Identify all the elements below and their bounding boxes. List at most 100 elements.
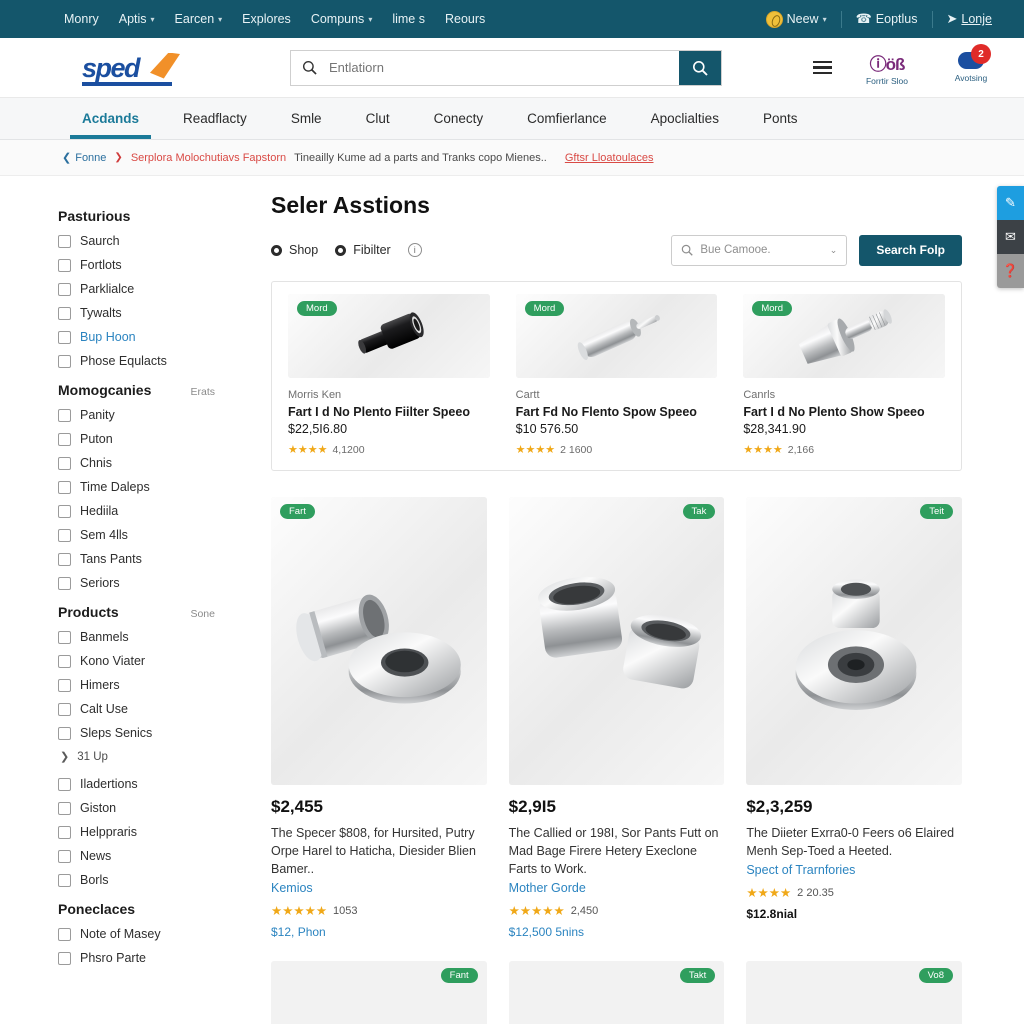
facet-row[interactable]: Saurch <box>58 234 245 248</box>
product-thumbnail[interactable]: Teit <box>746 497 962 785</box>
facet-row[interactable]: Iladertions <box>58 777 245 791</box>
tab-6[interactable]: Apoclialties <box>629 98 741 139</box>
facet-row[interactable]: Sem 4lls <box>58 528 245 542</box>
product-thumbnail[interactable]: Fant <box>271 961 487 1024</box>
global-search[interactable] <box>290 49 722 86</box>
facet-row[interactable]: Tywalts <box>58 306 245 320</box>
tab-5[interactable]: Comfierlance <box>505 98 629 139</box>
utility-nav-item[interactable]: Explores <box>242 12 291 26</box>
checkbox[interactable] <box>58 654 71 668</box>
carousel-card[interactable]: Mord Canrls Fart I d No Plento Show Speeo $… <box>743 294 946 456</box>
utility-nav-item[interactable]: Earcen ▾ <box>175 12 223 26</box>
checkbox[interactable] <box>58 432 71 446</box>
checkbox[interactable] <box>58 306 71 320</box>
search-input[interactable] <box>327 50 679 85</box>
facet-row[interactable]: Note of Masey <box>58 927 245 941</box>
facet-row[interactable]: Bup Hoon <box>58 330 245 344</box>
radio-button[interactable] <box>271 244 282 256</box>
checkbox[interactable] <box>58 630 71 644</box>
utility-nav-item[interactable]: Compuns ▾ <box>311 12 373 26</box>
store-button[interactable]: ⓘöß Forrtir Sloo <box>858 50 916 86</box>
breadcrumb-home[interactable]: ❮ Fonne <box>62 151 106 165</box>
rewards-button[interactable]: Neew ▾ <box>752 10 841 28</box>
carousel-card[interactable]: Mord Cartt Fart Fd No Flento Spow Speeo $10… <box>515 294 718 456</box>
facet-row[interactable]: Himers <box>58 678 245 692</box>
checkbox[interactable] <box>58 825 71 839</box>
product-card[interactable]: Vo8 <box>746 961 962 1024</box>
utility-nav-item[interactable]: lime s <box>392 12 425 26</box>
product-card[interactable]: Tak $2,9I5 The Callied or 198I, Sor Pants … <box>508 497 725 939</box>
checkbox[interactable] <box>58 678 71 692</box>
hamburger-icon[interactable] <box>813 60 832 75</box>
utility-nav-item[interactable]: Aptis ▾ <box>119 12 155 26</box>
carousel-thumbnail[interactable]: Mord <box>515 294 718 378</box>
checkbox[interactable] <box>58 777 71 791</box>
carousel-thumbnail[interactable]: Mord <box>743 294 946 378</box>
tab-4[interactable]: Conecty <box>412 98 506 139</box>
chat-bubble-icon[interactable]: ✎ <box>997 186 1024 220</box>
facet-row[interactable]: Tans Pants <box>58 552 245 566</box>
show-more-button[interactable]: ❯ 31 Up <box>60 750 245 764</box>
tab-2[interactable]: Smle <box>269 98 344 139</box>
facet-row[interactable]: Borls <box>58 873 245 887</box>
product-card[interactable]: Takt <box>508 961 725 1024</box>
site-logo[interactable]: sped <box>82 51 180 86</box>
facet-row[interactable]: Calt Use <box>58 702 245 716</box>
view-option-0[interactable]: Shop <box>271 243 318 257</box>
checkbox[interactable] <box>58 702 71 716</box>
feedback-icon[interactable]: ✉ <box>997 220 1024 254</box>
facet-row[interactable]: Panity <box>58 408 245 422</box>
checkbox[interactable] <box>58 234 71 248</box>
checkbox[interactable] <box>58 282 71 296</box>
checkbox[interactable] <box>58 258 71 272</box>
tab-1[interactable]: Readflacty <box>161 98 269 139</box>
breadcrumb-link[interactable]: Gftsr Lloatoulaces <box>565 152 654 164</box>
carousel-thumbnail[interactable]: Mord <box>288 294 490 378</box>
checkbox[interactable] <box>58 354 71 368</box>
facet-row[interactable]: Banmels <box>58 630 245 644</box>
search-help-button[interactable]: Search Folp <box>859 234 962 266</box>
checkbox[interactable] <box>58 873 71 887</box>
tab-7[interactable]: Ponts <box>741 98 820 139</box>
facet-row[interactable]: Phsro Parte <box>58 951 245 965</box>
view-option-1[interactable]: Fibilter <box>335 243 391 257</box>
checkbox[interactable] <box>58 726 71 740</box>
search-submit-button[interactable] <box>679 50 721 85</box>
product-link[interactable]: Mother Gorde <box>509 881 725 895</box>
facet-row[interactable]: Parklialce <box>58 282 245 296</box>
checkbox[interactable] <box>58 408 71 422</box>
facet-row[interactable]: Hediila <box>58 504 245 518</box>
tab-3[interactable]: Clut <box>344 98 412 139</box>
checkbox[interactable] <box>58 801 71 815</box>
product-card[interactable]: Fart $2,455 The Specer $808, for Hursited,… <box>271 497 487 939</box>
product-card[interactable]: Fant <box>271 961 487 1024</box>
support-button[interactable]: ☎ Eoptlus <box>842 11 932 27</box>
facet-row[interactable]: Helppraris <box>58 825 245 839</box>
checkbox[interactable] <box>58 576 71 590</box>
tab-0[interactable]: Acdands <box>60 98 161 139</box>
info-icon[interactable]: i <box>407 243 422 257</box>
product-link[interactable]: Kemios <box>271 881 487 895</box>
facet-row[interactable]: Phose Equlacts <box>58 354 245 368</box>
checkbox[interactable] <box>58 504 71 518</box>
product-thumbnail[interactable]: Takt <box>508 961 725 1024</box>
checkbox[interactable] <box>58 552 71 566</box>
product-card[interactable]: Teit $2,3,259 The Diieter Exrra0-0 Feers o… <box>746 497 962 939</box>
facet-row[interactable]: News <box>58 849 245 863</box>
checkbox[interactable] <box>58 849 71 863</box>
facet-row[interactable]: Fortlots <box>58 258 245 272</box>
product-link[interactable]: Spect of Trarnfories <box>746 863 962 877</box>
facet-row[interactable]: Sleps Senics <box>58 726 245 740</box>
cart-button[interactable]: 2 Avotsing <box>942 44 1000 83</box>
checkbox[interactable] <box>58 480 71 494</box>
checkbox[interactable] <box>58 927 71 941</box>
sort-dropdown[interactable]: Bue Camooe. ⌄ <box>671 234 848 266</box>
utility-nav-item[interactable]: Monry <box>64 12 99 26</box>
checkbox[interactable] <box>58 528 71 542</box>
checkbox[interactable] <box>58 456 71 470</box>
facet-row[interactable]: Seriors <box>58 576 245 590</box>
login-button[interactable]: ➤ Lonje <box>933 11 1007 27</box>
product-thumbnail[interactable]: Tak <box>508 497 725 785</box>
facet-row[interactable]: Giston <box>58 801 245 815</box>
facet-row[interactable]: Puton <box>58 432 245 446</box>
